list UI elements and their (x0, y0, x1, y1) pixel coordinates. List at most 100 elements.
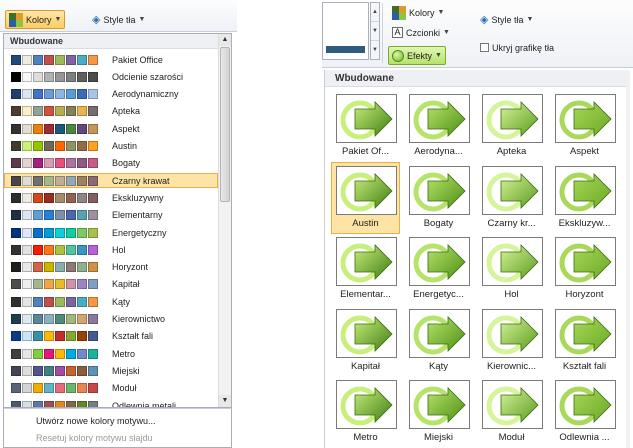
color-swatch (88, 365, 98, 376)
color-theme-item[interactable]: Odcienie szarości (4, 69, 218, 84)
color-theme-item[interactable]: Pakiet Office (4, 52, 218, 67)
color-swatch (77, 175, 87, 186)
color-theme-label: Metro (112, 348, 136, 359)
color-swatches (11, 123, 99, 134)
color-theme-item[interactable]: Austin (4, 139, 218, 154)
background-styles-button[interactable]: ◈ Style tła ▼ (476, 10, 537, 29)
color-theme-label: Horyzont (112, 262, 149, 273)
effect-theme-tile[interactable]: Kształt fali (550, 305, 619, 377)
color-theme-label: Kapitał (112, 279, 140, 290)
effect-theme-tile[interactable]: Odlewnia ... (550, 376, 619, 448)
color-theme-item[interactable]: Odlewnia metali (4, 398, 218, 407)
color-swatch (33, 106, 43, 117)
effects-button[interactable]: Efekty ▼ (388, 46, 446, 65)
checkbox-icon[interactable] (480, 43, 489, 52)
effect-theme-tile[interactable]: Kąty (404, 305, 473, 377)
scroll-down-icon[interactable]: ▼ (371, 22, 379, 41)
color-swatch (33, 279, 43, 290)
theme-preview-thumbnail[interactable] (322, 2, 369, 60)
more-icon[interactable]: ▼ (371, 41, 379, 60)
color-theme-label: Kształt fali (112, 331, 154, 342)
colors-button[interactable]: Kolory ▼ (5, 10, 66, 29)
effect-theme-tile[interactable]: Moduł (477, 376, 546, 448)
scroll-down-icon[interactable]: ▼ (219, 395, 231, 407)
color-swatch (22, 210, 32, 221)
color-swatch (33, 54, 43, 65)
effect-theme-tile[interactable]: Kierownic... (477, 305, 546, 377)
color-theme-item[interactable]: Czarny krawat (4, 173, 218, 189)
gallery-scrollbar[interactable] (626, 70, 630, 448)
reset-theme-colors-link[interactable]: Resetuj kolory motywu slajdu (36, 433, 153, 443)
effect-theme-tile[interactable]: Ekskluzyw... (550, 162, 619, 234)
effect-theme-tile[interactable]: Horyzont (550, 233, 619, 305)
effect-theme-tile[interactable]: Austin (331, 161, 400, 234)
gallery-scrollbar[interactable]: ▲ ▼ (218, 34, 231, 407)
color-swatches (11, 314, 99, 324)
color-swatches (11, 383, 99, 394)
effect-theme-tile[interactable]: Aspekt (550, 90, 619, 162)
effect-theme-tile[interactable]: Czarny kr... (477, 162, 546, 234)
color-theme-item[interactable]: Miejski (4, 363, 218, 378)
effect-theme-label: Energetyc... (413, 289, 464, 300)
color-swatch (55, 262, 65, 273)
color-swatch (11, 279, 21, 290)
color-swatch (77, 244, 87, 255)
color-swatch (77, 123, 87, 134)
color-theme-item[interactable]: Energetyczny (4, 225, 218, 240)
hide-background-graphics-label: Ukryj grafikę tła (492, 42, 555, 53)
color-theme-item[interactable]: Kształt fali (4, 329, 218, 344)
create-theme-colors-link[interactable]: Utwórz nowe kolory motywu... (36, 416, 156, 426)
color-theme-item[interactable]: Bogaty (4, 156, 218, 171)
color-swatch (55, 314, 65, 324)
color-swatches (11, 141, 99, 151)
color-swatch (88, 279, 98, 290)
color-swatch (77, 348, 87, 359)
color-theme-item[interactable]: Apteka (4, 104, 218, 119)
color-swatch (44, 365, 54, 376)
scroll-up-icon[interactable]: ▲ (371, 3, 379, 22)
color-swatch (11, 262, 21, 273)
effect-theme-tile[interactable]: Aerodyna... (404, 90, 473, 162)
effect-theme-tile[interactable]: Hol (477, 233, 546, 305)
theme-gallery-scroller[interactable]: ▲ ▼ ▼ (370, 2, 380, 60)
color-theme-item[interactable]: Metro (4, 346, 218, 361)
color-theme-item[interactable]: Moduł (4, 381, 218, 396)
color-theme-item[interactable]: Hol (4, 242, 218, 257)
effect-theme-tile[interactable]: Kapitał (331, 305, 400, 377)
color-swatch (11, 175, 21, 186)
effect-theme-tile[interactable]: Metro (331, 376, 400, 448)
chevron-down-icon: ▼ (437, 9, 445, 16)
background-styles-button[interactable]: ◈ Style tła ▼ (88, 10, 149, 29)
color-swatch (66, 383, 76, 394)
effect-preview-icon (555, 380, 616, 429)
effect-theme-tile[interactable]: Elementar... (331, 233, 400, 305)
scrollbar-thumb[interactable] (220, 47, 230, 202)
hide-background-graphics-checkbox[interactable]: Ukryj grafikę tła (476, 38, 558, 57)
color-swatch (88, 244, 98, 255)
color-swatches (11, 279, 99, 290)
color-theme-item[interactable]: Horyzont (4, 260, 218, 275)
color-theme-item[interactable]: Kierownictwo (4, 312, 218, 327)
color-theme-item[interactable]: Ekskluzywny (4, 190, 218, 205)
color-swatch (88, 158, 98, 169)
effect-theme-tile[interactable]: Energetyc... (404, 233, 473, 305)
color-theme-item[interactable]: Elementarny (4, 208, 218, 223)
color-swatch (66, 158, 76, 169)
effect-theme-tile[interactable]: Bogaty (404, 162, 473, 234)
color-swatch (66, 279, 76, 290)
color-swatch (22, 106, 32, 117)
color-swatch (11, 365, 21, 376)
effect-theme-tile[interactable]: Apteka (477, 90, 546, 162)
color-theme-item[interactable]: Aspekt (4, 121, 218, 136)
color-theme-item[interactable]: Kapitał (4, 277, 218, 292)
color-swatch (33, 383, 43, 394)
effect-theme-tile[interactable]: Miejski (404, 376, 473, 448)
scroll-up-icon[interactable]: ▲ (219, 34, 231, 46)
effect-theme-tile[interactable]: Pakiet Of... (331, 90, 400, 162)
colors-button[interactable]: Kolory ▼ (388, 3, 448, 22)
color-theme-item[interactable]: Aerodynamiczny (4, 87, 218, 102)
color-theme-item[interactable]: Kąty (4, 294, 218, 309)
fonts-button[interactable]: A Czcionki ▼ (388, 23, 454, 42)
color-swatch (88, 296, 98, 307)
effect-theme-label: Odlewnia ... (559, 432, 610, 443)
